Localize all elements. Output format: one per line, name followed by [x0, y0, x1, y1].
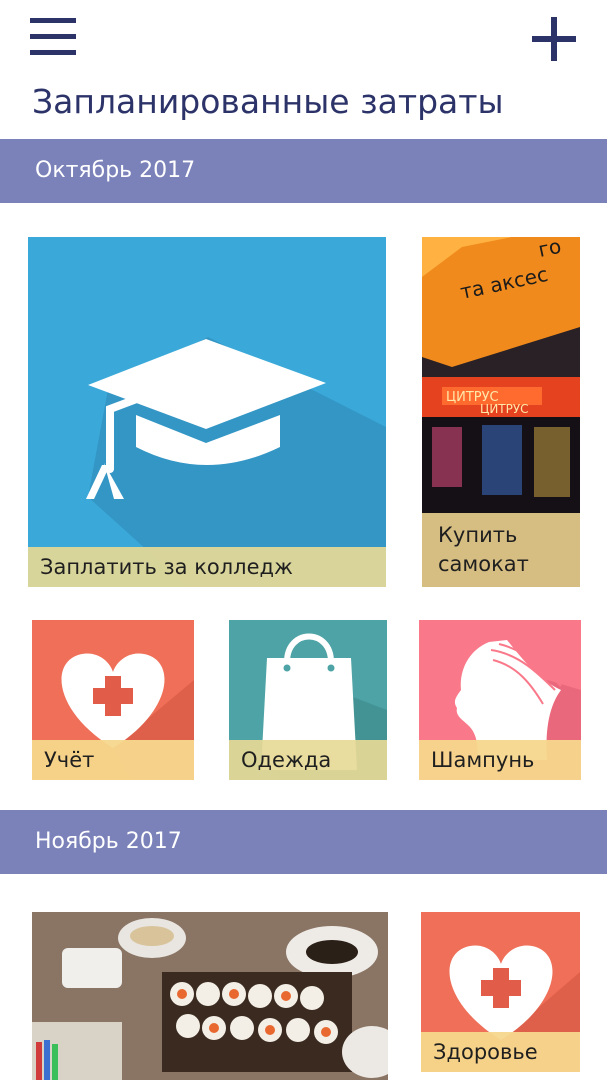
tile-clothing[interactable]: Одежда [229, 620, 387, 780]
tile-shampoo[interactable]: Шампунь [419, 620, 581, 780]
tile-label: Шампунь [419, 740, 581, 780]
store-sign-text: ЦИТРУС [480, 402, 529, 416]
tile-accounting[interactable]: Учёт [32, 620, 194, 780]
tile-sushi[interactable] [32, 912, 388, 1080]
add-button[interactable] [532, 17, 576, 61]
tile-buy-scooter[interactable]: та аксес го ЦИТРУС ЦИТРУС Купить самокат [422, 237, 580, 587]
tile-label: Учёт [32, 740, 194, 780]
menu-button[interactable] [30, 18, 78, 58]
graduation-cap-icon [86, 337, 386, 587]
page-title: Запланированные затраты [32, 82, 504, 121]
tile-label: Купить самокат [422, 513, 580, 587]
tile-health[interactable]: Здоровье [421, 912, 580, 1072]
sushi-photo [32, 912, 388, 1080]
month-header-november: Ноябрь 2017 [0, 810, 607, 874]
tile-label: Заплатить за колледж [28, 547, 386, 587]
tile-label: Одежда [229, 740, 387, 780]
tile-label: Здоровье [421, 1032, 580, 1072]
tile-pay-college[interactable]: Заплатить за колледж [28, 237, 386, 587]
month-header-october: Октябрь 2017 [0, 139, 607, 203]
